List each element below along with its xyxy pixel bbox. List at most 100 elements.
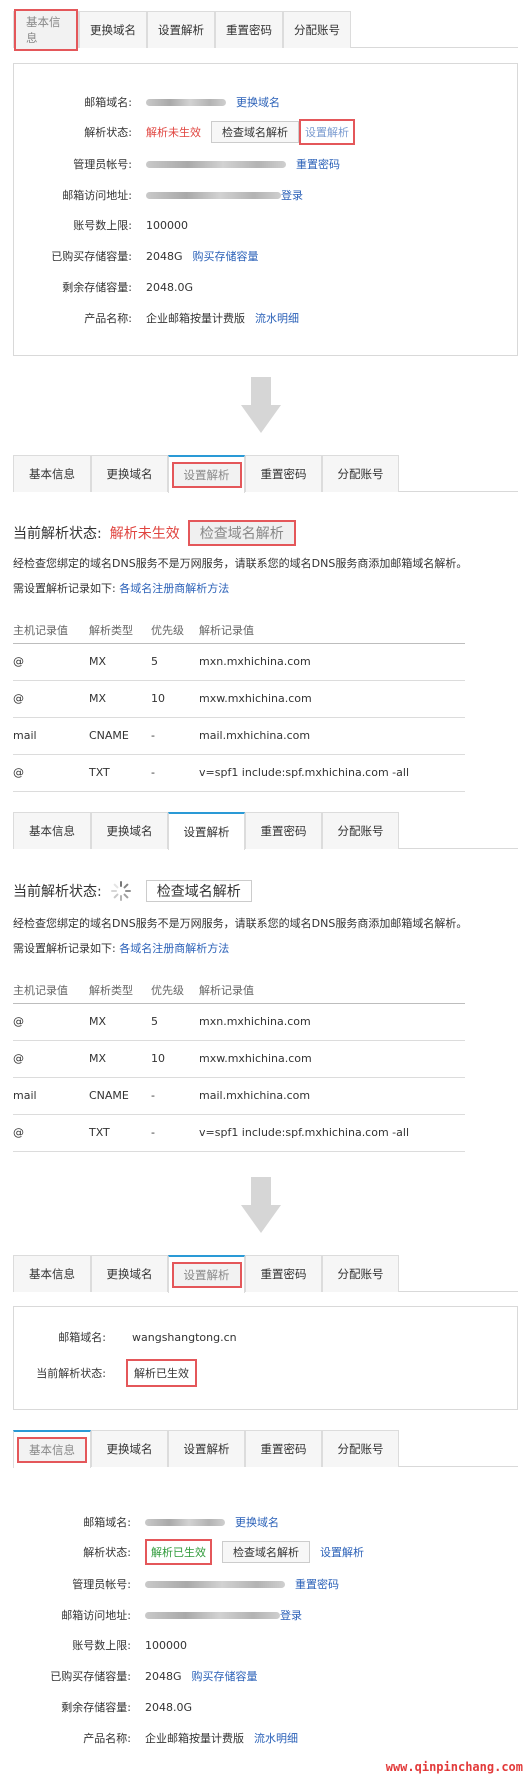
- buy-storage-link[interactable]: 购买存储容量: [192, 1668, 258, 1684]
- cell: mxn.mxhichina.com: [199, 1003, 465, 1041]
- buy-storage-link[interactable]: 购买存储容量: [193, 248, 259, 264]
- tab-label: 分配账号: [337, 1267, 384, 1281]
- tab-label: 基本信息: [29, 467, 75, 481]
- login-link[interactable]: 登录: [281, 187, 303, 203]
- set-dns-link[interactable]: 设置解析: [320, 1544, 364, 1560]
- tab-change-domain[interactable]: 更换域名: [91, 455, 168, 492]
- set-dns-link[interactable]: 设置解析: [299, 119, 355, 145]
- tab-reset-password[interactable]: 重置密码: [215, 11, 283, 48]
- watermark: www.qinpinchang.com: [385, 1760, 523, 1774]
- tab-label: 分配账号: [294, 23, 340, 37]
- check-dns-button[interactable]: 检查域名解析: [145, 880, 252, 902]
- billing-link[interactable]: 流水明细: [255, 310, 299, 326]
- label-product-name: 产品名称:: [84, 312, 132, 325]
- header-cell: 主机记录值: [13, 977, 89, 1004]
- tab-label: 设置解析: [183, 1442, 230, 1456]
- tab-basic-info[interactable]: 基本信息: [13, 1430, 91, 1468]
- tab-label: 基本信息: [17, 1437, 87, 1463]
- tab-set-dns[interactable]: 设置解析: [168, 812, 245, 850]
- blurred-admin: [145, 1580, 285, 1588]
- tab-set-dns[interactable]: 设置解析: [168, 1430, 245, 1467]
- need-records-label: 需设置解析记录如下:: [13, 582, 116, 595]
- reset-password-link[interactable]: 重置密码: [296, 156, 340, 172]
- cell: mail: [13, 1077, 89, 1115]
- basic-info-panel-1: 邮箱域名: 更换域名 解析状态: 解析未生效 检查域名解析 设置解析 管理员帐号: …: [13, 63, 518, 356]
- check-dns-button[interactable]: 检查域名解析: [222, 1541, 310, 1563]
- cell: -: [151, 1077, 199, 1115]
- tab-reset-password[interactable]: 重置密码: [245, 1255, 322, 1292]
- tab-assign-account[interactable]: 分配账号: [322, 812, 399, 849]
- account-limit-value: 100000: [146, 218, 188, 232]
- login-link[interactable]: 登录: [280, 1607, 302, 1623]
- tab-label: 设置解析: [183, 825, 230, 839]
- tab-assign-account[interactable]: 分配账号: [322, 455, 399, 492]
- down-arrow-icon: [241, 1177, 281, 1233]
- tab-change-domain[interactable]: 更换域名: [91, 1430, 168, 1467]
- tab-label: 设置解析: [171, 1262, 242, 1288]
- row-mail-domain: 邮箱域名: 更换域名: [14, 92, 517, 112]
- billing-link[interactable]: 流水明细: [254, 1730, 298, 1746]
- tab-bar-5: 基本信息 更换域名 设置解析 重置密码 分配账号: [13, 1430, 518, 1468]
- tab-assign-account[interactable]: 分配账号: [322, 1430, 399, 1467]
- tab-set-dns[interactable]: 设置解析: [168, 455, 245, 493]
- loading-spinner-icon: [110, 880, 132, 902]
- cell: TXT: [89, 1114, 151, 1152]
- change-domain-link[interactable]: 更换域名: [235, 1514, 279, 1530]
- row-dns-status: 解析状态: 解析未生效 检查域名解析 设置解析: [14, 119, 517, 145]
- cell: MX: [89, 1003, 151, 1041]
- cell: @: [13, 680, 89, 718]
- tab-label: 更换域名: [90, 23, 136, 37]
- label-dns-status: 解析状态:: [84, 126, 132, 139]
- tab-reset-password[interactable]: 重置密码: [245, 1430, 322, 1467]
- cell: @: [13, 754, 89, 792]
- row-mail-url: 邮箱访问地址: 登录: [13, 1605, 518, 1625]
- table-row: mail CNAME - mail.mxhichina.com: [13, 1077, 465, 1115]
- tab-label: 分配账号: [337, 467, 384, 481]
- registrar-methods-link[interactable]: 各域名注册商解析方法: [119, 582, 229, 595]
- table-row: @ TXT - v=spf1 include:spf.mxhichina.com -a…: [13, 1114, 465, 1152]
- tab-label: 更换域名: [106, 1267, 153, 1281]
- tab-set-dns[interactable]: 设置解析: [168, 1255, 245, 1293]
- tab-set-dns[interactable]: 设置解析: [147, 11, 215, 48]
- change-domain-link[interactable]: 更换域名: [236, 94, 280, 110]
- tab-assign-account[interactable]: 分配账号: [283, 11, 351, 48]
- tab-change-domain[interactable]: 更换域名: [91, 812, 168, 849]
- row-product-name: 产品名称: 企业邮箱按量计费版 流水明细: [14, 308, 517, 328]
- tab-label: 重置密码: [226, 23, 272, 37]
- row-storage-bought: 已购买存储容量: 2048G 购买存储容量: [14, 246, 517, 266]
- tab-label: 重置密码: [260, 1267, 307, 1281]
- cell: TXT: [89, 754, 151, 792]
- product-value: 企业邮箱按量计费版: [146, 312, 245, 325]
- dns-need-records-1: 需设置解析记录如下: 各域名注册商解析方法: [13, 580, 518, 596]
- check-dns-button[interactable]: 检查域名解析: [211, 121, 299, 143]
- storage-left-value: 2048.0G: [146, 280, 194, 294]
- tab-label: 更换域名: [106, 467, 153, 481]
- tab-basic-info[interactable]: 基本信息: [13, 812, 91, 849]
- cell: -: [151, 754, 199, 792]
- tab-change-domain[interactable]: 更换域名: [79, 11, 147, 48]
- row-account-limit: 账号数上限: 100000: [14, 215, 517, 235]
- registrar-methods-link[interactable]: 各域名注册商解析方法: [119, 942, 229, 955]
- cell: @: [13, 1040, 89, 1078]
- tab-basic-info[interactable]: 基本信息: [13, 1255, 91, 1292]
- blurred-url: [146, 191, 281, 199]
- tab-reset-password[interactable]: 重置密码: [245, 812, 322, 849]
- cell: mxw.mxhichina.com: [199, 680, 465, 718]
- cell: -: [151, 717, 199, 755]
- cell: @: [13, 643, 89, 681]
- tab-basic-info[interactable]: 基本信息: [13, 455, 91, 492]
- row-dns-status: 解析状态: 解析已生效 检查域名解析 设置解析: [13, 1539, 518, 1565]
- tab-bar-3: 基本信息 更换域名 设置解析 重置密码 分配账号: [13, 812, 518, 850]
- check-dns-button[interactable]: 检查域名解析: [187, 520, 296, 546]
- tab-basic-info[interactable]: 基本信息: [13, 9, 79, 51]
- reset-password-link[interactable]: 重置密码: [295, 1576, 339, 1592]
- cell: mxn.mxhichina.com: [199, 643, 465, 681]
- tab-reset-password[interactable]: 重置密码: [245, 455, 322, 492]
- tab-assign-account[interactable]: 分配账号: [322, 1255, 399, 1292]
- storage-bought-value: 2048G: [146, 249, 183, 263]
- row-mail-domain: 邮箱域名: 更换域名: [13, 1512, 518, 1532]
- tab-label: 更换域名: [106, 824, 153, 838]
- tab-change-domain[interactable]: 更换域名: [91, 1255, 168, 1292]
- result-panel: 邮箱域名: wangshangtong.cn 当前解析状态: 解析已生效: [13, 1306, 518, 1410]
- label-account-limit: 账号数上限:: [73, 219, 132, 232]
